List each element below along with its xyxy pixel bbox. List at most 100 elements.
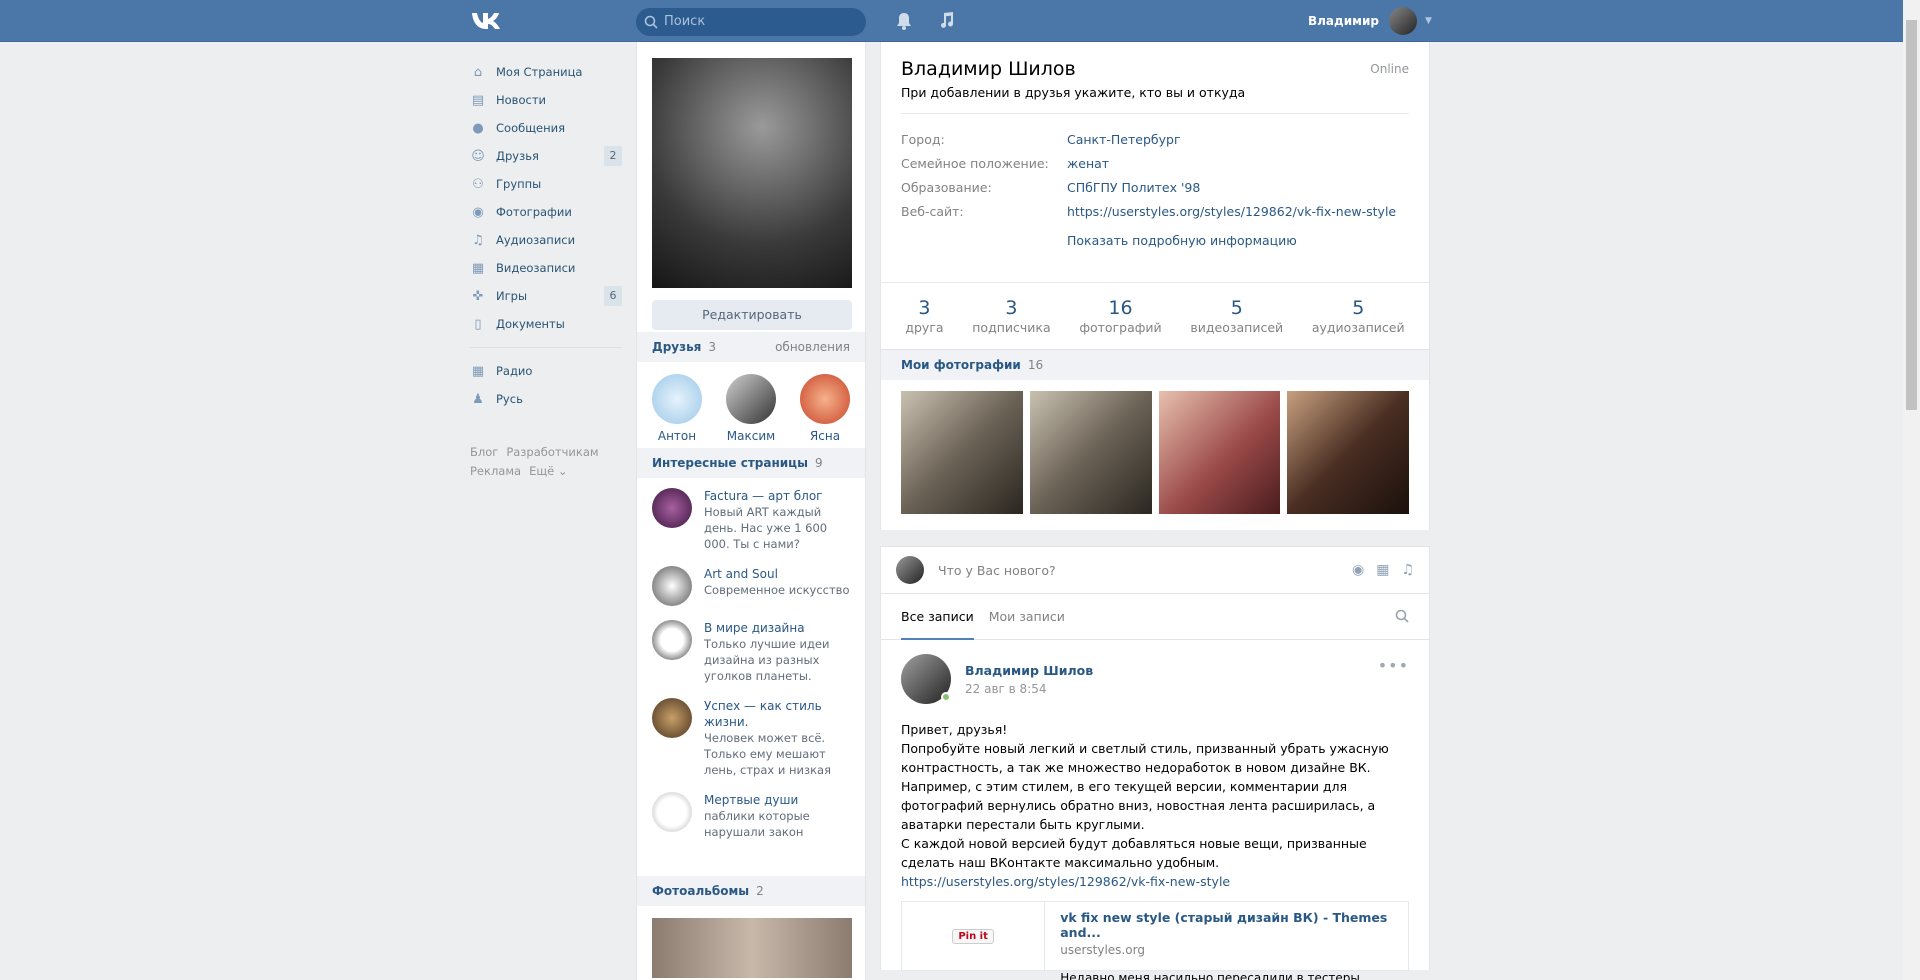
scrollbar-thumb[interactable] <box>1906 20 1917 410</box>
chevron-down-icon: ▼ <box>1424 16 1432 26</box>
status-text[interactable]: При добавлении в друзья укажите, кто вы … <box>901 85 1409 100</box>
counter-photos[interactable]: 16 фотографий <box>1079 297 1161 335</box>
friends-header[interactable]: Друзья 3 обновления <box>637 332 865 362</box>
more-options-icon[interactable]: ••• <box>1378 656 1409 675</box>
friend-item[interactable]: Максим <box>726 374 776 443</box>
nav-item-rus[interactable]: ♟ Русь <box>470 385 622 413</box>
tab-my-posts[interactable]: Мои записи <box>989 594 1065 640</box>
scrollbar[interactable] <box>1903 0 1920 980</box>
nav-item-news[interactable]: ▤ Новости <box>470 86 622 114</box>
avatar <box>896 556 924 584</box>
app-person-icon: ♟ <box>472 391 484 407</box>
photo-grid <box>881 380 1429 525</box>
news-icon: ▤ <box>471 92 485 108</box>
nav-item-groups[interactable]: ⚇ Группы <box>470 170 622 198</box>
photo-thumbnail[interactable] <box>1287 391 1409 514</box>
search-icon <box>644 15 658 29</box>
user-name: Владимир <box>1308 14 1379 28</box>
user-menu[interactable]: Владимир ▼ <box>1308 7 1432 35</box>
photo-thumbnail[interactable] <box>901 391 1023 514</box>
search-icon[interactable] <box>1395 609 1409 623</box>
post-date[interactable]: 22 авг в 8:54 <box>965 682 1093 696</box>
album-thumbnail[interactable] <box>652 918 852 978</box>
left-nav: ⌂ Моя Страница ▤ Новости ● Сообщения ☺ Друзь… <box>470 58 622 481</box>
nav-item-radio[interactable]: ▦ Радио <box>470 357 622 385</box>
avatar <box>1388 7 1417 35</box>
friends-icon: ☺ <box>471 148 485 164</box>
profile-main-column: Владимир Шилов Online При добавлении в д… <box>880 42 1430 980</box>
my-photos-header[interactable]: Мои фотографии 16 <box>881 350 1429 380</box>
more-link[interactable]: Ещё ⌄ <box>529 464 567 478</box>
counter-audio[interactable]: 5 аудиозаписей <box>1312 297 1405 335</box>
games-count-badge: 6 <box>604 286 622 306</box>
show-more-info-link[interactable]: Показать подробную информацию <box>1067 233 1409 248</box>
friends-updates-link[interactable]: обновления <box>775 340 850 354</box>
top-bar: Поиск Владимир ▼ <box>0 0 1920 42</box>
search-input[interactable]: Поиск <box>636 8 866 36</box>
post-link[interactable]: https://userstyles.org/styles/129862/vk-… <box>901 872 1409 891</box>
list-item[interactable]: В мире дизайна Только лучшие идеи дизайна… <box>637 613 865 691</box>
document-icon: ▯ <box>474 316 482 332</box>
bell-icon[interactable] <box>896 12 912 30</box>
avatar <box>800 374 850 424</box>
snippet-description: Недавно меня насильно пересадили в тесте… <box>1060 971 1360 980</box>
vk-logo-icon[interactable] <box>470 9 504 33</box>
avatar[interactable] <box>901 654 951 704</box>
photo-thumbnail[interactable] <box>1029 391 1152 514</box>
online-status: Online <box>1370 62 1409 76</box>
nav-item-friends[interactable]: ☺ Друзья 2 <box>470 142 622 170</box>
music-icon: ♫ <box>472 232 484 248</box>
nav-item-games[interactable]: ✜ Игры 6 <box>470 282 622 310</box>
tab-all-posts[interactable]: Все записи <box>901 594 974 640</box>
nav-item-documents[interactable]: ▯ Документы <box>470 310 622 338</box>
footer-links: Блог Разработчикам Реклама Ещё ⌄ <box>470 443 622 481</box>
friend-item[interactable]: Ясна <box>800 374 850 443</box>
dev-link[interactable]: Разработчикам <box>506 445 598 459</box>
page-title: Владимир Шилов <box>901 58 1076 80</box>
info-row-website: Веб-сайт: https://userstyles.org/styles/1… <box>901 203 1397 219</box>
friends-list: Антон Максим Ясна <box>637 362 865 448</box>
post-author[interactable]: Владимир Шилов <box>965 663 1093 678</box>
groups-icon: ⚇ <box>472 176 484 192</box>
profile-photo-card: Редактировать <box>636 42 866 332</box>
nav-item-video[interactable]: ▦ Видеозаписи <box>470 254 622 282</box>
counter-friends[interactable]: 3 друга <box>905 297 943 335</box>
list-item[interactable]: Мертвые души паблики которые нарушали зак… <box>637 785 865 847</box>
counter-videos[interactable]: 5 видеозаписей <box>1190 297 1283 335</box>
avatar <box>652 698 692 738</box>
counter-followers[interactable]: 3 подписчика <box>972 297 1050 335</box>
nav-item-photos[interactable]: ◉ Фотографии <box>470 198 622 226</box>
photo-albums-header[interactable]: Фотоальбомы 2 <box>637 876 865 906</box>
link-snippet[interactable]: Pin it vk fix new style (старый дизайн В… <box>901 901 1409 980</box>
my-photos-block: Мои фотографии 16 <box>880 350 1430 530</box>
music-icon[interactable] <box>939 11 955 29</box>
snippet-title[interactable]: vk fix new style (старый дизайн ВК) - Th… <box>1060 910 1393 940</box>
list-item[interactable]: Art and Soul Современное искусство <box>637 559 865 613</box>
interesting-pages-header[interactable]: Интересные страницы 9 <box>637 448 865 478</box>
photo-thumbnail[interactable] <box>1158 391 1281 514</box>
pin-it-button[interactable]: Pin it <box>952 928 994 944</box>
info-row-family: Семейное положение: женат <box>901 155 1110 171</box>
list-item[interactable]: Factura — арт блог Новый ART каждый день.… <box>637 481 865 559</box>
list-item[interactable]: Успех — как стиль жизни. Человек может вс… <box>637 691 865 785</box>
avatar <box>652 374 702 424</box>
edit-profile-button[interactable]: Редактировать <box>652 300 852 330</box>
ads-link[interactable]: Реклама <box>470 464 521 478</box>
friend-item[interactable]: Антон <box>652 374 702 443</box>
wall-tabs: Все записи Мои записи <box>880 594 1430 640</box>
divider <box>901 113 1409 114</box>
avatar <box>652 620 692 660</box>
camera-icon[interactable]: ◉ <box>1352 562 1364 578</box>
blog-link[interactable]: Блог <box>470 445 498 459</box>
search-placeholder: Поиск <box>664 14 706 29</box>
nav-item-my-page[interactable]: ⌂ Моя Страница <box>470 58 622 86</box>
gamepad-icon: ✜ <box>472 288 484 304</box>
profile-photo[interactable] <box>652 58 852 288</box>
music-icon[interactable]: ♫ <box>1401 562 1414 578</box>
video-icon[interactable]: ▦ <box>1376 562 1389 578</box>
nav-item-messages[interactable]: ● Сообщения <box>470 114 622 142</box>
post-composer[interactable]: Что у Вас нового? ◉ ▦ ♫ <box>880 546 1430 594</box>
avatar <box>652 566 692 606</box>
nav-divider <box>470 347 622 348</box>
nav-item-audio[interactable]: ♫ Аудиозаписи <box>470 226 622 254</box>
